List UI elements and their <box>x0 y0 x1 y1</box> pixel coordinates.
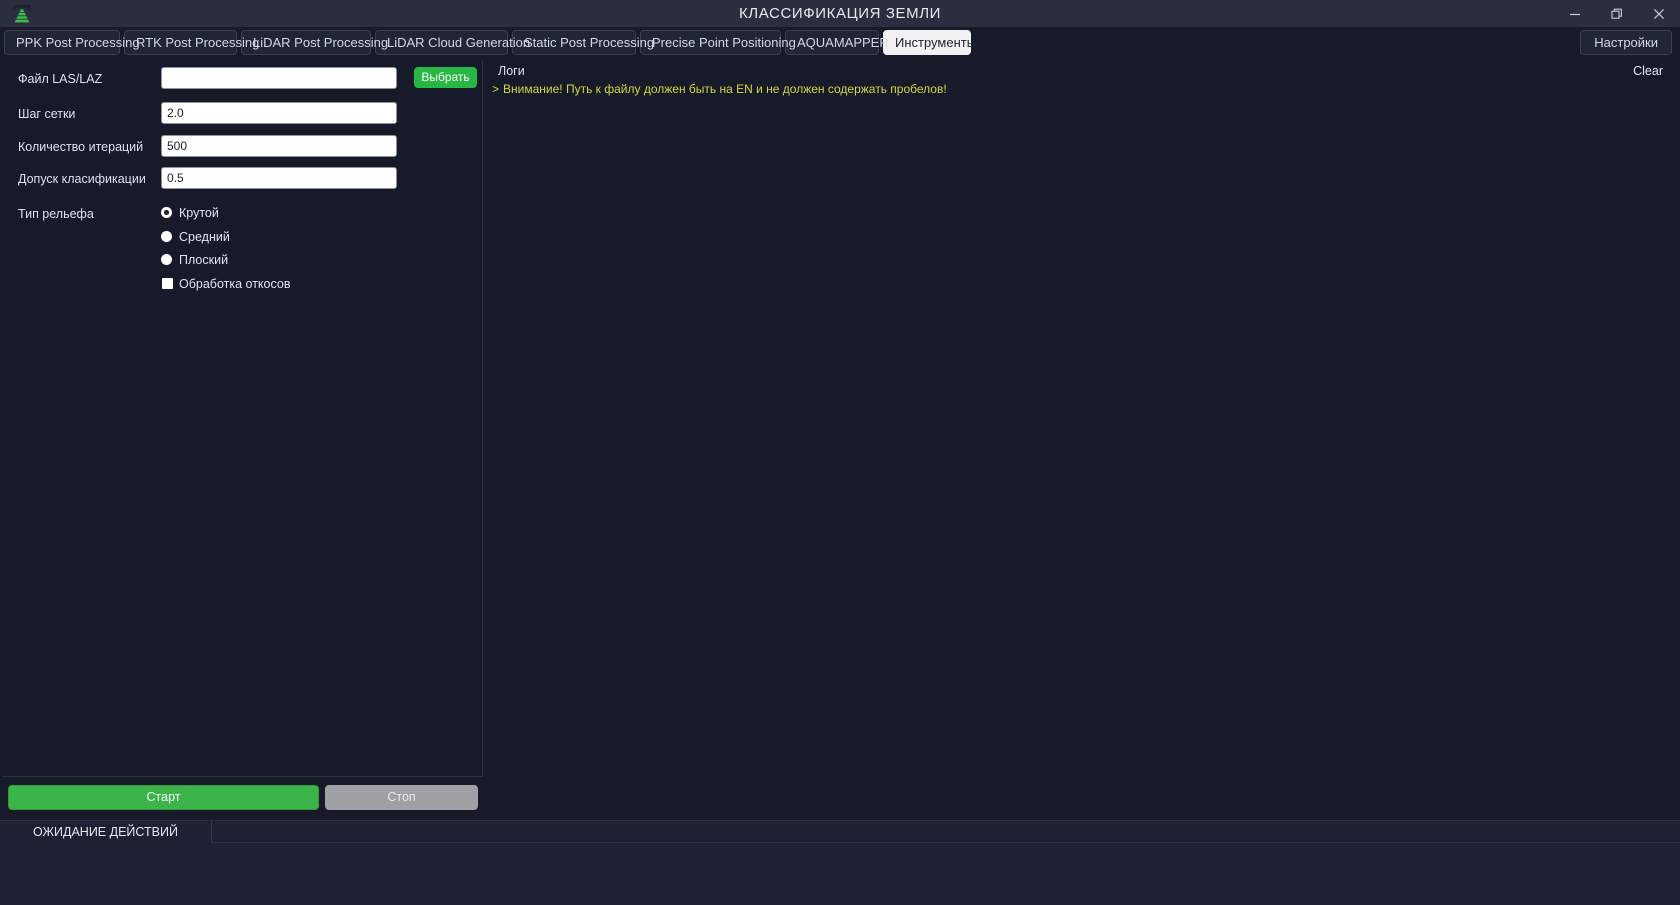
browse-file-button[interactable]: Выбрать <box>414 67 477 88</box>
tab-lidar-cloud-generation[interactable]: LiDAR Cloud Generation <box>375 30 530 55</box>
radio-label: Средний <box>179 229 230 244</box>
settings-button[interactable]: Настройки <box>1580 30 1672 55</box>
status-bar-filler <box>212 821 1680 843</box>
form-row: Файл LAS/LAZ Выбрать <box>2 67 483 91</box>
checkbox-icon[interactable] <box>162 277 173 289</box>
window-title: КЛАССИФИКАЦИЯ ЗЕМЛИ <box>738 5 942 22</box>
form-row: Шаг сетки <box>2 102 483 126</box>
status-text: ОЖИДАНИЕ ДЕЙСТВИЙ <box>0 821 212 843</box>
slope-processing-checkbox-row[interactable]: Обработка откосов <box>2 273 483 297</box>
tab-rtk-post-processing[interactable]: RTK Post Processing <box>124 30 259 55</box>
window-controls <box>1554 0 1680 27</box>
tab-static-post-processing[interactable]: Static Post Processing <box>512 30 654 55</box>
radio-row[interactable]: Средний <box>2 226 483 250</box>
checkbox-label: Обработка откосов <box>179 276 291 291</box>
radio-selected-icon[interactable] <box>161 207 172 218</box>
radio-row[interactable]: Плоский <box>2 249 483 273</box>
stop-button[interactable]: Стоп <box>325 785 478 810</box>
log-entry: > Внимание! Путь к файлу должен быть на E… <box>492 82 947 96</box>
logs-clear-button[interactable]: Clear <box>1633 64 1663 78</box>
field-input[interactable] <box>161 102 397 124</box>
field-label: Допуск класификации <box>18 172 146 186</box>
relief-type-group: Тип рельефа Крутой Средний Плоский Обработк… <box>2 202 483 291</box>
form-row: Количество итераций <box>2 135 483 159</box>
minimize-icon[interactable] <box>1554 0 1596 27</box>
restore-icon[interactable] <box>1596 0 1638 27</box>
tools-form-panel: Тип рельефа Крутой Средний Плоский Обработк… <box>2 60 483 777</box>
close-icon[interactable] <box>1638 0 1680 27</box>
tab-инструменты[interactable]: Инструменты <box>883 30 976 55</box>
title-bar: КЛАССИФИКАЦИЯ ЗЕМЛИ <box>0 0 1680 27</box>
radio-row[interactable]: Крутой <box>2 202 483 226</box>
field-label: Количество итераций <box>18 140 144 154</box>
logs-panel: Логи Clear > Внимание! Путь к файлу долже… <box>484 60 1680 820</box>
logs-title: Логи <box>498 64 525 78</box>
radio-label: Плоский <box>179 253 229 267</box>
tab-precise-point-positioning[interactable]: Precise Point Positioning <box>640 30 796 55</box>
field-label: Файл LAS/LAZ <box>18 72 103 86</box>
tab-bar: Инструменты AQUAMAPPER Precise Point Posit… <box>0 27 1680 58</box>
tab-ppk-post-processing[interactable]: PPK Post Processing <box>4 30 140 55</box>
form-row: Допуск класификации <box>2 167 483 191</box>
tab-aquamapper[interactable]: AQUAMAPPER <box>785 30 889 55</box>
radio-unselected-icon[interactable] <box>161 254 172 265</box>
action-buttons: Старт Стоп <box>0 778 483 820</box>
tab-lidar-post-processing[interactable]: LiDAR Post Processing <box>241 30 388 55</box>
field-input[interactable] <box>161 67 397 89</box>
field-label: Шаг сетки <box>18 107 76 121</box>
log-entry-text: Внимание! Путь к файлу должен быть на EN… <box>503 82 947 96</box>
radio-unselected-icon[interactable] <box>161 230 172 242</box>
field-input[interactable] <box>161 135 397 157</box>
start-button[interactable]: Старт <box>8 785 319 810</box>
field-input[interactable] <box>161 167 397 189</box>
radio-label: Крутой <box>179 206 219 220</box>
log-caret-icon: > <box>492 82 500 96</box>
status-bar: ОЖИДАНИЕ ДЕЙСТВИЙ <box>0 820 1680 905</box>
